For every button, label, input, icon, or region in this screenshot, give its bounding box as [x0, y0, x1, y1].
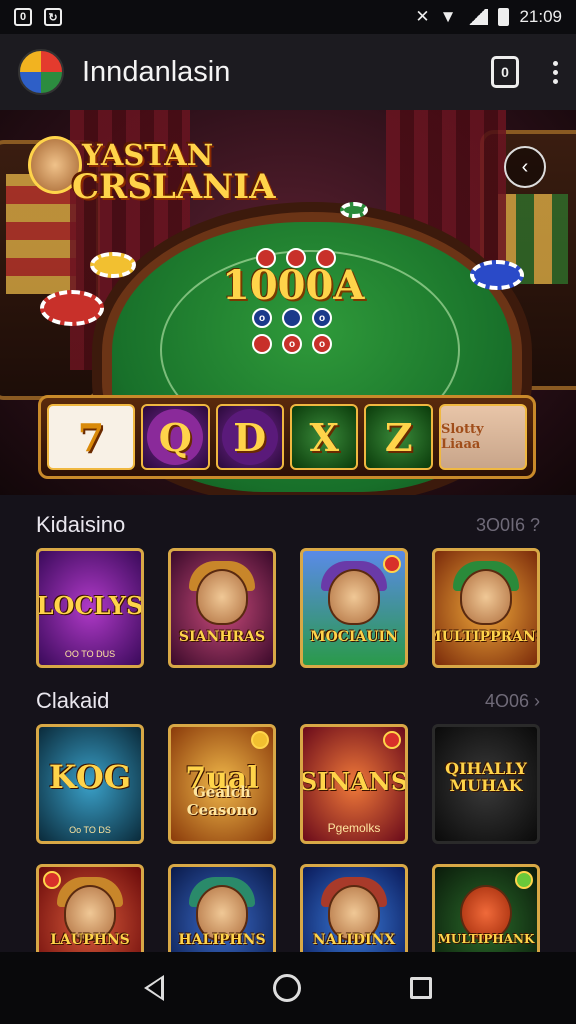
- table-marks: o o: [252, 308, 332, 328]
- game-tile[interactable]: KOG Oo TO DS: [36, 724, 144, 844]
- game-title: KOG: [48, 757, 132, 796]
- table-mark: [252, 334, 272, 354]
- game-tile[interactable]: LOCLYS OO TO DUS: [36, 548, 144, 668]
- new-badge-icon: [43, 871, 61, 889]
- carousel-prev-button[interactable]: ‹: [504, 146, 546, 188]
- back-icon[interactable]: [144, 975, 165, 1001]
- new-badge-icon: [515, 871, 533, 889]
- game-title: LOCLYS: [36, 590, 144, 620]
- table-mark: [256, 248, 276, 268]
- section-header: Clakaid 4O06 ›: [36, 688, 540, 714]
- chip-stack: [40, 290, 104, 326]
- app-bar: Inndanlasin 0: [0, 34, 576, 110]
- hero-logo: YASTAN CRSLANIA: [62, 140, 276, 208]
- game-tile[interactable]: SINANS Pgemolks: [300, 724, 408, 844]
- section-header: Kidaisino 3O0I6 ?: [36, 512, 540, 538]
- hero-logo-line2: CRSLANIA: [72, 167, 276, 208]
- table-mark: o: [312, 308, 332, 328]
- game-tile[interactable]: MULTIPHANK: [432, 864, 540, 952]
- table-mark: [316, 248, 336, 268]
- clock: 21:09: [519, 7, 562, 26]
- table-marks: o o: [252, 334, 332, 354]
- game-tile[interactable]: 7ual Gealch Ceasono: [168, 724, 276, 844]
- character-face: [460, 569, 512, 625]
- device-icon[interactable]: 0: [491, 56, 519, 88]
- sim-icon: 0: [14, 8, 32, 26]
- game-title: QIHALLY MUHAK: [445, 758, 527, 796]
- game-title: NALIDINX: [312, 932, 396, 948]
- game-title: SINANS: [300, 766, 408, 796]
- game-title: MULTIPPRANS: [432, 628, 540, 645]
- table-mark: o: [252, 308, 272, 328]
- reel-z: Z: [364, 404, 433, 470]
- game-title: MOCIAUIN: [310, 628, 398, 645]
- battery-icon: [498, 8, 510, 26]
- table-mark: o: [282, 334, 302, 354]
- new-badge-icon: [383, 731, 401, 749]
- game-tile[interactable]: MULTIPPRANS: [432, 548, 540, 668]
- game-title: MULTIPHANK: [437, 932, 535, 946]
- section-title: Kidaisino: [36, 512, 126, 537]
- app-logo: [18, 49, 64, 95]
- game-title: SIANHRAS: [178, 628, 266, 645]
- reel-seven: 7: [47, 404, 136, 470]
- game-grid: LOCLYS OO TO DUS SIANHRAS MOCIAUIN MULTI…: [36, 548, 540, 668]
- game-grid: KOG Oo TO DS 7ual Gealch Ceasono SINANS …: [36, 724, 540, 844]
- reel-x: X: [290, 404, 359, 470]
- game-tile[interactable]: HALIPHNS: [168, 864, 276, 952]
- recents-icon[interactable]: [409, 977, 432, 999]
- table-mark: [282, 308, 302, 328]
- reel-q: Q: [141, 404, 210, 470]
- new-badge-icon: [383, 555, 401, 573]
- game-subtitle: Pgemolks: [327, 821, 381, 835]
- character-face: [196, 569, 248, 625]
- more-vert-icon[interactable]: [553, 60, 558, 84]
- table-marks: [256, 248, 336, 268]
- home-icon[interactable]: [272, 974, 301, 1002]
- game-tile[interactable]: SIANHRAS: [168, 548, 276, 668]
- section-count[interactable]: 3O0I6 ?: [476, 515, 540, 536]
- game-tile[interactable]: LAUPHNS: [36, 864, 144, 952]
- game-title: HALIPHNS: [178, 932, 266, 948]
- game-subtitle: OO TO DUS: [64, 649, 116, 659]
- character-face: [328, 569, 380, 625]
- table-mark: o: [312, 334, 332, 354]
- jackpot-amount: 1000A: [222, 262, 365, 309]
- new-badge-icon: [251, 731, 269, 749]
- chip-stack: [470, 260, 524, 290]
- slot-reels: 7 Q D X Z Slotty Liaaa: [38, 395, 536, 479]
- game-grid: LAUPHNS HALIPHNS NALIDINX MULTIPHANK: [36, 864, 540, 952]
- system-nav-bar: [0, 952, 576, 1024]
- game-title: LAUPHNS: [50, 932, 130, 948]
- notification-icon: ↻: [44, 8, 62, 26]
- reel-d: D: [215, 404, 284, 470]
- mute-icon: ✕: [415, 7, 430, 26]
- reel-logo: Slotty Liaaa: [438, 404, 527, 470]
- game-tile[interactable]: MOCIAUIN: [300, 548, 408, 668]
- game-subtitle: Gealch Ceasono: [186, 783, 258, 819]
- signal-icon: [466, 9, 489, 25]
- status-bar: 0 ↻ ✕ ▼ 21:09: [0, 0, 576, 34]
- game-subtitle: Oo TO DS: [69, 825, 111, 835]
- game-tile[interactable]: NALIDINX: [300, 864, 408, 952]
- wifi-icon: ▼: [439, 7, 457, 26]
- app-title: Inndanlasin: [82, 55, 231, 88]
- chip: [340, 202, 368, 218]
- hero-banner[interactable]: 1000A o o o o YASTAN CRSLANIA ‹ 7 Q D X …: [0, 110, 576, 495]
- table-mark: [286, 248, 306, 268]
- section-count[interactable]: 4O06 ›: [485, 691, 540, 712]
- chip-stack: [90, 252, 136, 278]
- game-tile[interactable]: QIHALLY MUHAK: [432, 724, 540, 844]
- section-title: Clakaid: [36, 688, 110, 713]
